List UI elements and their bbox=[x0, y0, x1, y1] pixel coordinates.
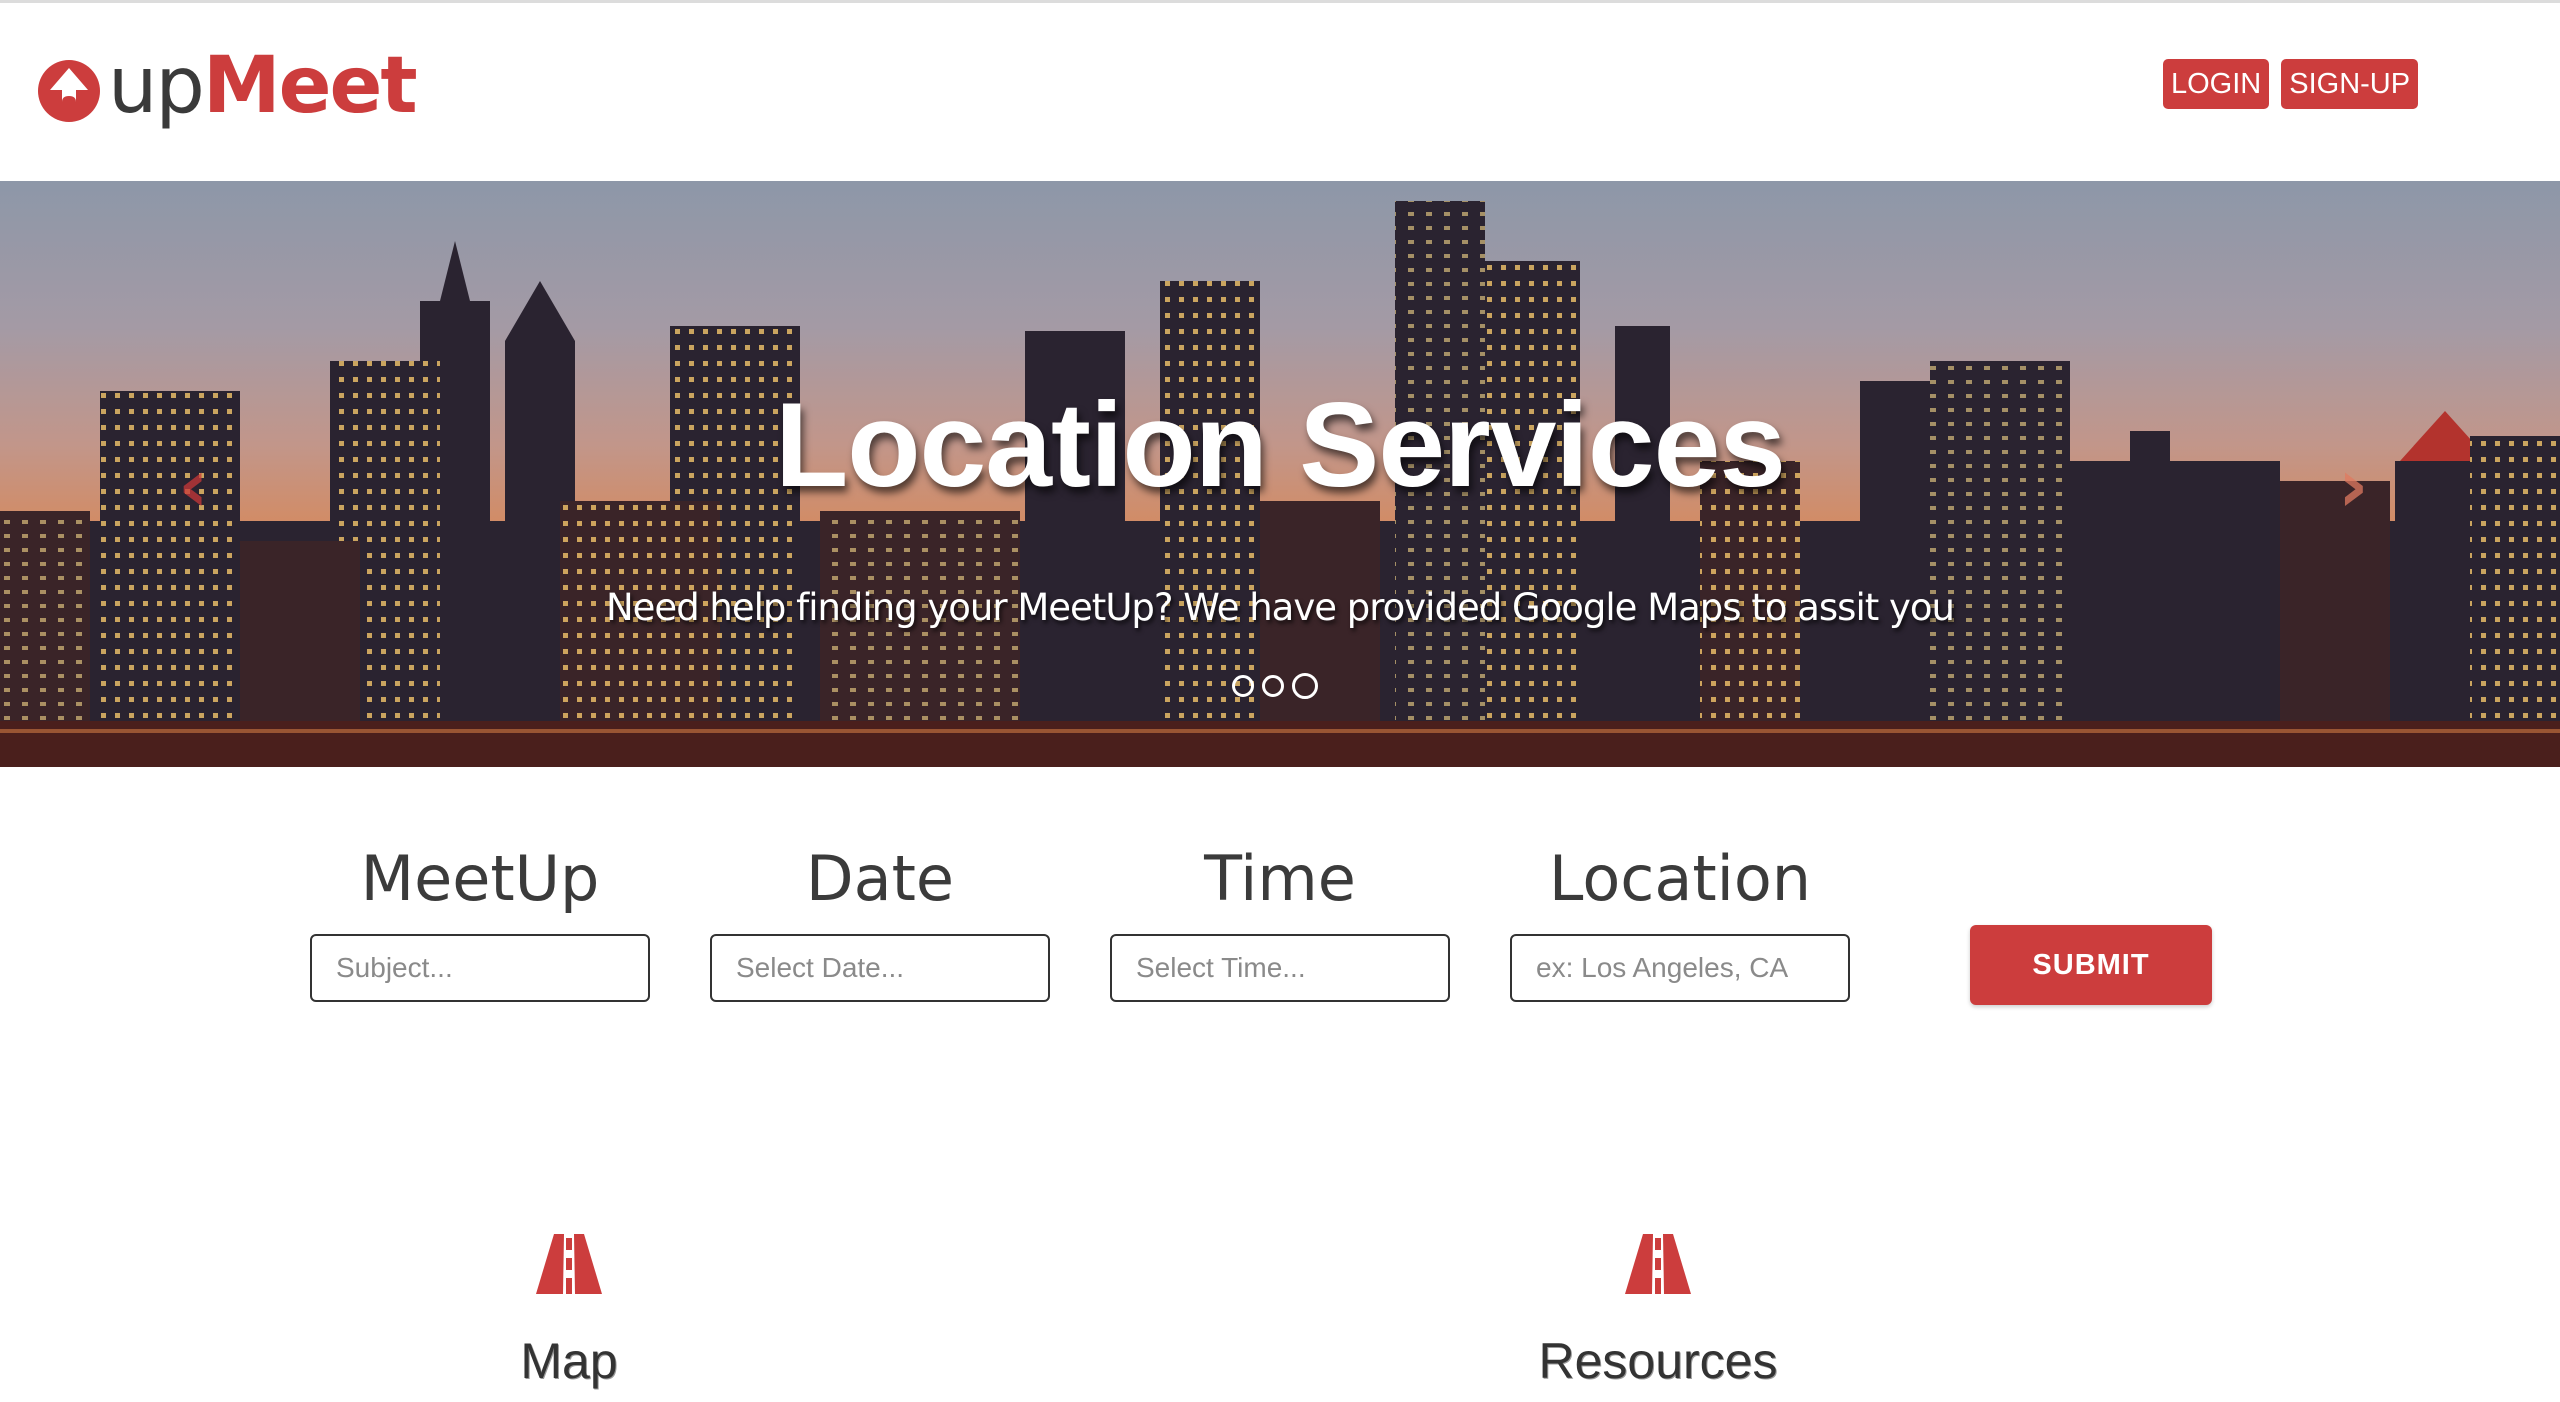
site-header: upMeet LOGIN SIGN-UP bbox=[0, 3, 2560, 181]
feature-resources[interactable]: Resources bbox=[1458, 1234, 1858, 1390]
hero-subtitle: Need help finding your MeetUp? We have p… bbox=[605, 586, 1955, 629]
feature-resources-title: Resources bbox=[1538, 1333, 1778, 1389]
location-input[interactable] bbox=[1510, 934, 1850, 1002]
time-input[interactable] bbox=[1110, 934, 1450, 1002]
feature-map[interactable]: Map bbox=[369, 1234, 769, 1390]
hero-carousel: ‹ › Location Services Need help finding … bbox=[0, 181, 2560, 767]
meetup-label: MeetUp bbox=[360, 842, 600, 915]
date-input[interactable] bbox=[710, 934, 1050, 1002]
brand-name-meet: Meet bbox=[202, 41, 418, 131]
road-icon bbox=[536, 1234, 602, 1294]
brand-name: upMeet bbox=[108, 41, 418, 131]
carousel-dot-1[interactable] bbox=[1232, 675, 1254, 697]
hero-title: Location Services bbox=[774, 378, 1786, 512]
road-icon bbox=[1625, 1234, 1691, 1294]
feature-map-title: Map bbox=[520, 1333, 618, 1389]
arrow-up-circle-icon bbox=[38, 60, 100, 122]
carousel-dot-3[interactable] bbox=[1292, 673, 1318, 699]
login-button[interactable]: LOGIN bbox=[2163, 59, 2270, 109]
brand-logo[interactable]: upMeet bbox=[36, 41, 418, 131]
carousel-indicators bbox=[1232, 673, 1318, 699]
carousel-dot-2[interactable] bbox=[1262, 675, 1284, 697]
location-label: Location bbox=[1548, 842, 1812, 915]
signup-button[interactable]: SIGN-UP bbox=[2281, 59, 2419, 109]
auth-buttons: LOGIN SIGN-UP bbox=[2163, 59, 2419, 109]
date-label: Date bbox=[805, 842, 955, 915]
submit-button[interactable]: SUBMIT bbox=[1970, 925, 2212, 1005]
brand-name-up: up bbox=[108, 41, 205, 131]
time-label: Time bbox=[1204, 842, 1356, 915]
meetup-subject-input[interactable] bbox=[310, 934, 650, 1002]
